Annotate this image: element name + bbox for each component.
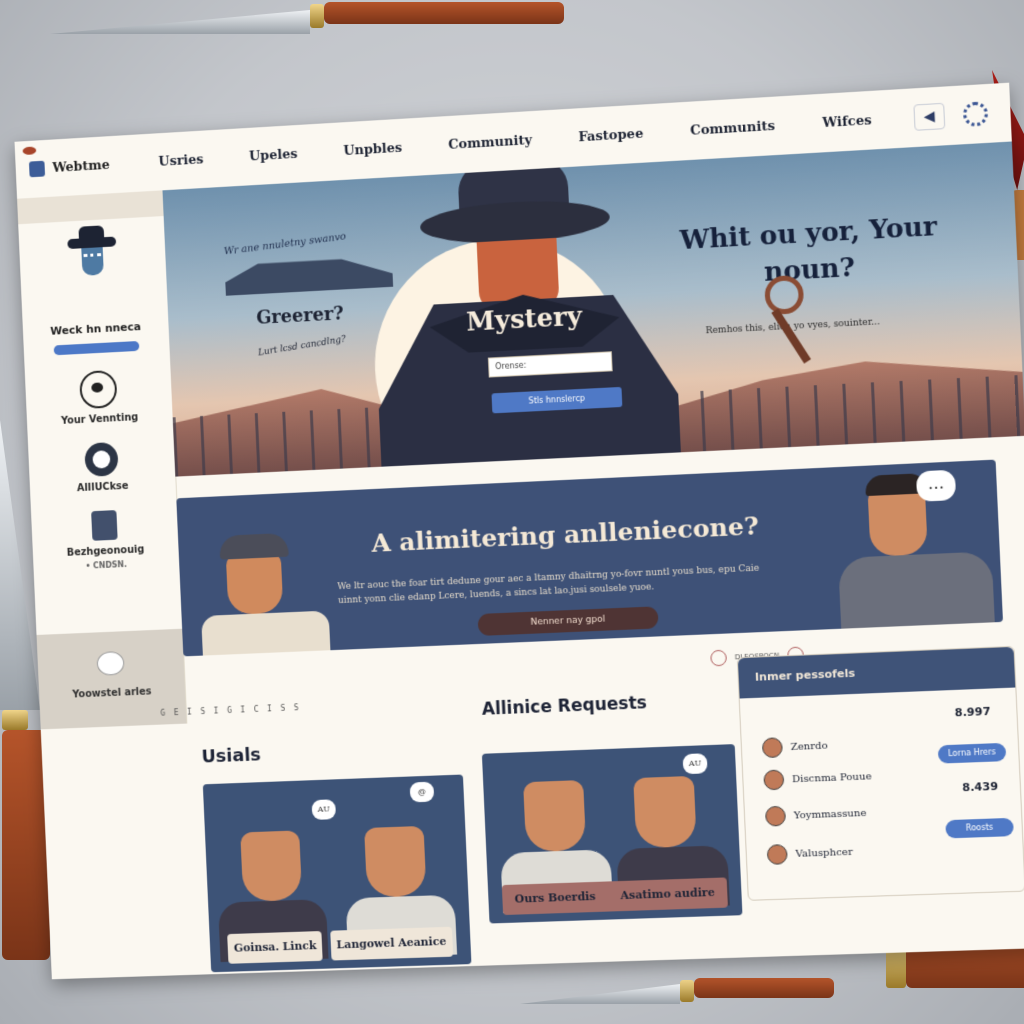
sidebar-item-alliances[interactable]: AlIlUCkse	[28, 439, 176, 496]
panel-row[interactable]: Valusphcer	[766, 842, 853, 865]
panel-action-button-1[interactable]: Lorna Hrers	[937, 742, 1007, 764]
nav-link-wifces[interactable]: Wifces	[822, 113, 872, 131]
nav-link-usries[interactable]: Usries	[158, 152, 204, 169]
card-name-right: Asatimo audire	[620, 885, 716, 903]
banner-text: We ltr aouc the foar tirt dedune gour ae…	[337, 563, 760, 607]
nav-link-unpbles[interactable]: Unpbles	[343, 140, 402, 158]
magnifier-icon	[764, 274, 805, 316]
brand-label: Webtme	[52, 157, 110, 176]
card-name-left: Ours Boerdis	[514, 889, 596, 906]
panel-row-name: Yoymmassune	[793, 807, 867, 822]
sidebar-progress-bar	[53, 340, 140, 356]
sidebar-item-sub: • CNDSN.	[85, 559, 128, 571]
panel-row[interactable]: Zenrdo	[761, 735, 829, 759]
sidebar-item-label: Bezhgeonouig	[66, 544, 145, 559]
brand-logo-icon	[28, 160, 46, 178]
sidebar: Weck hn nneca Your Vennting AlIlUCkse Be…	[17, 190, 188, 730]
alliance-card-label: Ours Boerdis Asatimo audire	[501, 877, 728, 916]
banner-cta-button[interactable]: Nenner nay gpol	[477, 606, 659, 636]
man-character-illustration	[824, 470, 995, 629]
usials-card[interactable]: AU @ Goinsa. Linck Langowel Aeanice	[202, 774, 472, 973]
detective-avatar[interactable]	[57, 225, 128, 303]
alliance-banner: A alimitering anlleniecone? We ltr aouc …	[176, 459, 1004, 657]
hero-left-question: Greerer?	[255, 303, 345, 329]
bear-icon	[96, 651, 125, 676]
hero-subtext: Remhos this, elien yo vyes, souinter...	[705, 317, 881, 337]
usials-card-label: Goinsa. Linck Langowel Aeanice	[223, 926, 457, 964]
card-name-right: Langowel Aeanice	[330, 926, 453, 961]
usials-heading: Usials	[201, 744, 262, 768]
panel-row-name: Discnma Pouue	[791, 770, 872, 785]
stat-value-1: 8.997	[954, 704, 991, 720]
man-body	[838, 551, 995, 629]
book-icon	[91, 510, 118, 541]
boy-character-illustration	[198, 531, 332, 657]
sidebar-item-label: Your Vennting	[60, 412, 139, 427]
character-head	[523, 780, 587, 853]
avatar-face	[81, 247, 104, 276]
stat-value-2: 8.439	[961, 779, 999, 795]
alliance-requests-heading: Allinice Requests	[481, 693, 648, 720]
boy-face	[225, 552, 284, 615]
hero-left-caption: Wr ane nnuletny swanvo	[223, 231, 347, 258]
avatar	[764, 805, 787, 827]
gear-icon[interactable]	[962, 101, 989, 127]
sidebar-item-label: AlIlUCkse	[76, 480, 129, 495]
card-name-left: Goinsa. Linck	[227, 931, 324, 964]
right-panel-title: Inmer pessofels	[737, 646, 1016, 699]
banner-title: A alimitering anlleniecone?	[370, 511, 760, 558]
shield-icon	[84, 441, 119, 477]
right-panel: Inmer pessofels 8.997 Zenrdo Lorna Hrers…	[736, 645, 1024, 901]
panel-row-name: Zenrdo	[790, 740, 829, 753]
sidebar-title: Weck hn nneca	[50, 320, 142, 338]
speech-bubble-icon: AU	[682, 753, 708, 775]
nav-link-fastopee[interactable]: Fastopee	[578, 126, 643, 145]
car-illustration	[224, 253, 393, 296]
panel-row[interactable]: Discnma Pouue	[763, 766, 872, 791]
panel-row[interactable]: Yoymmassune	[764, 803, 867, 827]
hero-question: Whit ou yor, Your noun?	[679, 211, 938, 288]
boy-body	[201, 610, 332, 657]
alliance-request-card[interactable]: AU Ours Boerdis Asatimo audire	[481, 744, 743, 924]
avatar	[766, 844, 788, 865]
chat-bubble-icon[interactable]: …	[915, 469, 957, 502]
nav-link-communits[interactable]: Communits	[690, 118, 775, 138]
character-head	[240, 830, 303, 902]
man-face	[867, 487, 928, 557]
avatar	[763, 769, 785, 791]
speech-bubble-icon: AU	[311, 799, 337, 820]
character-head	[364, 825, 427, 898]
sidebar-item-venting[interactable]: Your Vennting	[25, 367, 173, 429]
avatar-eyes	[83, 253, 102, 261]
panel-action-button-2[interactable]: Roosts	[945, 817, 1014, 839]
nav-link-upeles[interactable]: Upeles	[249, 146, 298, 164]
nav-link-community[interactable]: Community	[448, 133, 532, 153]
sidebar-item-backgrounds[interactable]: Bezhgeonouig • CNDSN.	[31, 507, 179, 573]
pig-icon	[79, 369, 118, 410]
brand-dot	[22, 146, 37, 156]
boy-cap	[219, 532, 289, 560]
hero-left-small-text: Lurt lcsd cancdlng?	[257, 334, 347, 359]
app-window: Webtme Usries Upeles Unpbles Community F…	[14, 82, 1024, 980]
character-head	[633, 775, 697, 849]
sidebar-item-label: Yoowstel arles	[72, 686, 152, 701]
back-icon[interactable]: ◀	[913, 102, 946, 131]
at-bubble-icon: @	[409, 781, 435, 803]
hero-banner: Wr ane nnuletny swanvo Greerer? Lurt lcs…	[162, 141, 1024, 477]
pager-prev-icon[interactable]	[710, 649, 728, 667]
panel-row-name: Valusphcer	[795, 846, 853, 860]
magnifier-handle	[771, 308, 812, 364]
avatar	[761, 737, 783, 759]
brand[interactable]: Webtme	[28, 155, 136, 178]
